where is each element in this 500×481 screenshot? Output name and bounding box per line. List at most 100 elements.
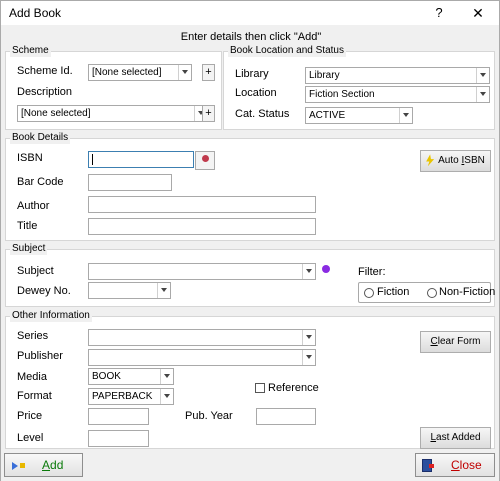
fiction-radio[interactable] (364, 288, 374, 298)
description-combo[interactable]: [None selected] (17, 105, 208, 122)
book-details-group: Book Details ISBN Auto ISBN Bar Code Aut… (5, 132, 495, 241)
add-key: A (42, 458, 51, 472)
cat-status-label: Cat. Status (235, 108, 290, 120)
last-added-button[interactable]: Last Added (420, 427, 491, 449)
last-added-rest: ast Added (436, 432, 481, 443)
fiction-label: Fiction (377, 286, 410, 298)
auto-isbn-suffix: SBN (464, 155, 485, 166)
media-value: BOOK (92, 371, 121, 382)
library-value: Library (309, 70, 340, 81)
add-scheme-button[interactable]: + (202, 64, 215, 81)
chevron-down-icon[interactable] (399, 108, 412, 123)
scheme-id-value: [None selected] (92, 67, 162, 78)
library-label: Library (235, 68, 269, 80)
title-label: Title (17, 220, 38, 232)
footer-bar: Add Close (1, 451, 499, 481)
author-input[interactable] (88, 196, 316, 213)
flower-icon (201, 155, 209, 162)
clear-form-rest: lear Form (437, 336, 481, 347)
subject-search-icon[interactable] (322, 265, 330, 273)
chevron-down-icon[interactable] (302, 264, 315, 279)
add-button-text: Add (42, 454, 63, 476)
reference-label: Reference (268, 382, 319, 394)
pub-year-label: Pub. Year (185, 410, 233, 422)
auto-isbn-button[interactable]: Auto ISBN (420, 150, 491, 172)
pub-year-input[interactable] (256, 408, 316, 425)
add-button[interactable]: Add (4, 453, 83, 477)
nonfiction-radio[interactable] (427, 288, 437, 298)
close-rest: lose (459, 458, 482, 472)
auto-isbn-prefix: Auto (438, 155, 462, 166)
title-input[interactable] (88, 218, 316, 235)
level-label: Level (17, 432, 44, 444)
library-combo[interactable]: Library (305, 67, 490, 84)
reference-checkbox[interactable] (255, 383, 265, 393)
other-info-group-title: Other Information (10, 310, 92, 322)
clear-form-key: C (430, 336, 438, 347)
price-label: Price (17, 410, 43, 422)
cat-status-combo[interactable]: ACTIVE (305, 107, 413, 124)
location-value: Fiction Section (309, 89, 375, 100)
media-combo[interactable]: BOOK (88, 368, 174, 385)
book-details-group-title: Book Details (10, 132, 71, 144)
scheme-group: Scheme Scheme Id. [None selected] + Desc… (5, 45, 222, 130)
title-bar: Add Book ? ✕ (1, 1, 499, 25)
format-value: PAPERBACK (92, 391, 153, 402)
description-label: Description (17, 86, 73, 98)
publisher-combo[interactable] (88, 349, 316, 366)
barcode-label: Bar Code (17, 176, 64, 188)
help-button[interactable]: ? (424, 3, 454, 23)
publisher-label: Publisher (17, 350, 63, 362)
format-label: Format (17, 390, 52, 402)
clear-form-button[interactable]: Clear Form (420, 331, 491, 353)
chevron-down-icon[interactable] (160, 369, 173, 384)
exit-arrow-icon (429, 464, 434, 468)
barcode-input[interactable] (88, 174, 172, 191)
nonfiction-label: Non-Fiction (439, 286, 496, 298)
dewey-label: Dewey No. (17, 285, 71, 297)
subject-combo[interactable] (88, 263, 316, 280)
chevron-down-icon[interactable] (476, 87, 489, 102)
scheme-id-label: Scheme Id. (17, 65, 73, 77)
location-group: Book Location and Status Library Library… (223, 45, 495, 130)
instructions-text: Enter details then click "Add" (180, 31, 322, 43)
window-title: Add Book (9, 6, 62, 20)
chevron-down-icon[interactable] (302, 350, 315, 365)
location-label: Location (235, 87, 277, 99)
media-label: Media (17, 371, 47, 383)
isbn-lookup-button[interactable] (195, 151, 215, 170)
add-description-button[interactable]: + (202, 105, 215, 122)
series-combo[interactable] (88, 329, 316, 346)
scheme-id-combo[interactable]: [None selected] (88, 64, 192, 81)
close-key: C (451, 458, 460, 472)
isbn-input[interactable] (88, 151, 194, 168)
isbn-label: ISBN (17, 152, 43, 164)
dewey-combo[interactable] (88, 282, 171, 299)
subject-label: Subject (17, 265, 54, 277)
chevron-down-icon[interactable] (160, 389, 173, 404)
scheme-group-title: Scheme (10, 45, 51, 57)
subject-group: Subject Subject Filter: Dewey No. Fictio… (5, 243, 495, 307)
author-label: Author (17, 200, 50, 212)
add-star-icon (20, 463, 25, 468)
add-rest: dd (50, 458, 64, 472)
chevron-down-icon[interactable] (476, 68, 489, 83)
series-label: Series (17, 330, 49, 342)
location-group-title: Book Location and Status (228, 45, 346, 57)
close-button[interactable]: Close (415, 453, 495, 477)
add-book-window: Add Book ? ✕ Enter details then click "A… (0, 0, 500, 481)
filter-label: Filter: (358, 266, 386, 278)
description-value: [None selected] (21, 108, 91, 119)
format-combo[interactable]: PAPERBACK (88, 388, 174, 405)
close-button-text: Close (451, 454, 482, 476)
subject-group-title: Subject (10, 243, 48, 255)
cat-status-value: ACTIVE (309, 110, 346, 121)
location-combo[interactable]: Fiction Section (305, 86, 490, 103)
close-window-button[interactable]: ✕ (463, 3, 493, 23)
price-input[interactable] (88, 408, 149, 425)
filter-options: Fiction Non-Fiction (358, 282, 495, 303)
level-input[interactable] (88, 430, 149, 447)
chevron-down-icon[interactable] (302, 330, 315, 345)
chevron-down-icon[interactable] (157, 283, 170, 298)
chevron-down-icon[interactable] (178, 65, 191, 80)
